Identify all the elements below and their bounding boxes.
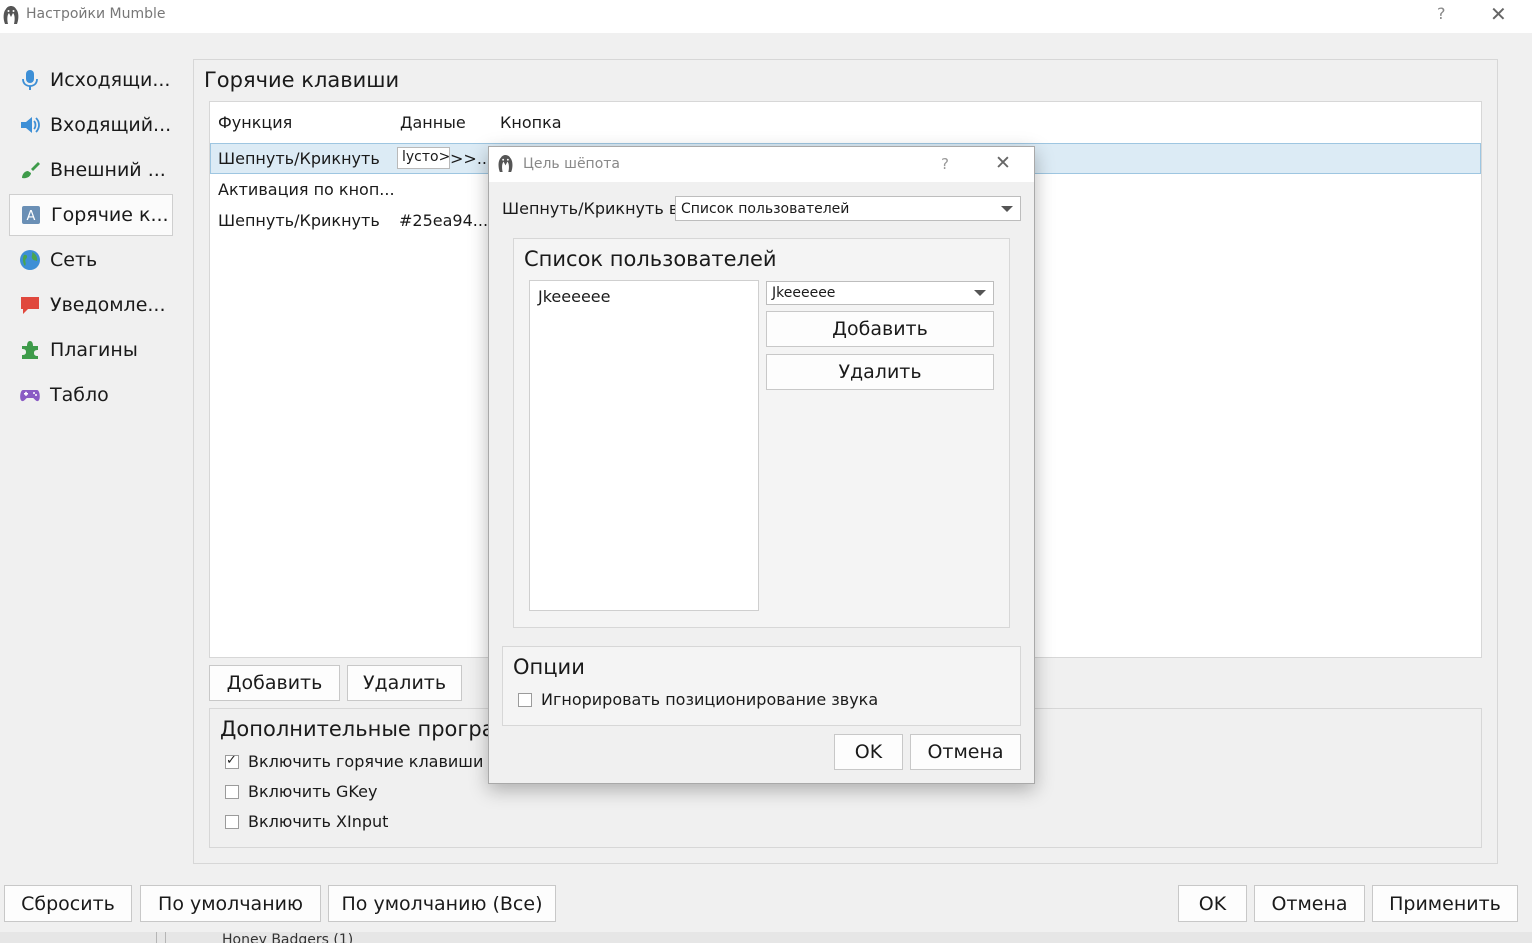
ok-button[interactable]: OK: [1178, 885, 1247, 922]
options-title: Опции: [513, 655, 585, 679]
background-channel-text: Honey Badgers (1): [222, 932, 354, 943]
table-cell-function[interactable]: Шепнуть/Крикнуть: [218, 149, 380, 168]
cancel-button[interactable]: Отмена: [1254, 885, 1365, 922]
sidebar-item-shortcuts[interactable]: A Горячие к...: [9, 194, 173, 236]
keyboard-key-icon: A: [22, 206, 40, 224]
add-shortcut-button[interactable]: Добавить: [209, 665, 340, 701]
checkbox-label: Игнорировать позиционирование звука: [541, 690, 879, 709]
sidebar-item-messages[interactable]: Уведомле...: [9, 284, 173, 326]
sidebar-item-audio-input[interactable]: Исходящи...: [9, 59, 173, 101]
sidebar-item-label: Плагины: [50, 339, 138, 361]
enable-xinput-option[interactable]: Включить XInput: [225, 812, 388, 831]
brush-icon: [22, 162, 40, 179]
whisper-target-select[interactable]: Список пользователей: [675, 196, 1021, 221]
divider: [156, 932, 157, 943]
window-title: Настройки Mumble: [26, 6, 166, 22]
whisper-target-label: Шепнуть/Крикнуть в:: [502, 199, 684, 218]
checkbox-label: Включить XInput: [248, 812, 389, 831]
table-cell-function[interactable]: Шепнуть/Крикнуть: [218, 211, 380, 230]
speaker-icon: [21, 117, 40, 133]
sidebar-item-network[interactable]: Сеть: [9, 239, 173, 281]
table-cell-data[interactable]: #25ea94...: [399, 211, 488, 230]
user-list[interactable]: [529, 280, 759, 611]
message-icon: [21, 297, 39, 314]
microphone-icon: [22, 70, 38, 90]
sidebar-item-overlay[interactable]: Табло: [9, 374, 173, 416]
sidebar-item-label: Внешний ...: [50, 159, 166, 181]
enable-gkey-checkbox[interactable]: [225, 784, 239, 799]
checkbox-label: Включить GKey: [248, 782, 378, 801]
user-select[interactable]: Jkeeeeee: [766, 281, 994, 305]
chevron-down-icon: [974, 290, 986, 296]
background-window-strip: Honey Badgers (1): [0, 932, 1532, 943]
sidebar-item-plugins[interactable]: Плагины: [9, 329, 173, 371]
enable-global-shortcuts-option[interactable]: Включить горячие клавиши в: [225, 752, 498, 771]
title-bar: [0, 0, 1532, 33]
defaults-all-button[interactable]: По умолчанию (Все): [328, 885, 556, 922]
user-list-title: Список пользователей: [524, 247, 777, 271]
list-item[interactable]: Jkeeeeee: [538, 287, 610, 306]
checkbox-label: Включить горячие клавиши в: [248, 752, 498, 771]
close-button[interactable]: ✕: [1490, 2, 1507, 26]
sidebar-item-appearance[interactable]: Внешний ...: [9, 149, 173, 191]
sidebar-item-label: Табло: [50, 384, 109, 406]
enable-global-shortcuts-checkbox[interactable]: [225, 753, 239, 769]
dialog-close-button[interactable]: ✕: [995, 152, 1011, 174]
dialog-cancel-button[interactable]: Отмена: [910, 734, 1021, 770]
apply-button[interactable]: Применить: [1372, 885, 1518, 922]
sidebar-item-label: Исходящи...: [50, 69, 171, 91]
help-button[interactable]: ?: [1437, 4, 1446, 23]
add-user-button[interactable]: Добавить: [766, 311, 994, 347]
select-value: Jkeeeeee: [772, 285, 836, 301]
ignore-positional-checkbox[interactable]: [518, 692, 532, 707]
page-title: Горячие клавиши: [204, 68, 400, 92]
dialog-title: Цель шёпота: [523, 156, 621, 172]
svg-text:A: A: [27, 209, 36, 224]
chevron-down-icon: [1001, 205, 1013, 212]
remove-user-button[interactable]: Удалить: [766, 354, 994, 390]
enable-gkey-option[interactable]: Включить GKey: [225, 782, 377, 801]
sidebar-item-label: Горячие к...: [51, 204, 169, 226]
extra-options-title: Дополнительные програм: [220, 717, 511, 741]
gamepad-icon: [20, 390, 40, 402]
ignore-positional-option[interactable]: Игнорировать позиционирование звука: [518, 690, 878, 709]
column-header-data[interactable]: Данные: [400, 113, 466, 132]
sidebar-item-audio-output[interactable]: Входящий...: [9, 104, 173, 146]
mumble-logo-icon: [3, 6, 19, 24]
globe-icon: [20, 250, 40, 270]
sidebar-item-label: Входящий...: [50, 114, 172, 136]
puzzle-icon: [22, 341, 38, 359]
reset-button[interactable]: Сбросить: [4, 885, 132, 922]
sidebar-item-label: Уведомле...: [50, 294, 166, 316]
divider: [165, 932, 166, 943]
sidebar-item-label: Сеть: [50, 249, 98, 271]
dialog-help-button[interactable]: ?: [941, 155, 949, 173]
table-cell-function[interactable]: Активация по кноп...: [218, 180, 395, 199]
table-cell-data[interactable]: >>...: [450, 149, 492, 168]
dialog-ok-button[interactable]: OK: [834, 734, 903, 770]
column-header-button[interactable]: Кнопка: [500, 113, 562, 132]
column-header-function[interactable]: Функция: [218, 113, 292, 132]
select-value: Список пользователей: [681, 200, 850, 217]
enable-xinput-checkbox[interactable]: [225, 814, 239, 829]
remove-shortcut-button[interactable]: Удалить: [347, 665, 462, 701]
mumble-logo-icon: [498, 155, 513, 172]
defaults-button[interactable]: По умолчанию: [140, 885, 321, 922]
table-cell-data-editor[interactable]: lycто>: [397, 147, 450, 169]
